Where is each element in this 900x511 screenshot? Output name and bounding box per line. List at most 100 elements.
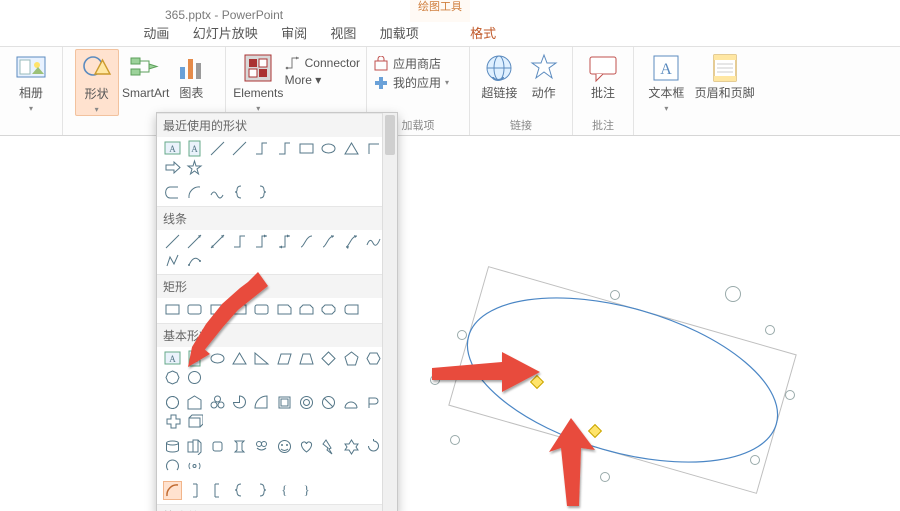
slide-canvas[interactable] [400,150,900,511]
app-name: PowerPoint [222,8,283,22]
gallery-scrollbar[interactable] [382,113,397,511]
album-button[interactable]: 相册 ▾ [9,49,53,114]
svg-text:A: A [169,144,176,154]
headerfooter-icon [708,51,742,85]
album-label: 相册 [9,87,53,100]
action-icon [527,51,561,85]
shape-elbow2-icon [276,140,293,157]
shapes-button[interactable]: 形状 ▾ [75,49,119,116]
chevron-down-icon: ▾ [29,104,33,113]
svg-text:A: A [661,61,673,78]
resize-handle[interactable] [785,390,795,400]
tab-view[interactable]: 视图 [320,22,366,46]
shape-arc-icon [186,184,203,201]
basic-row2[interactable] [157,391,397,435]
annotation-arrow [432,350,542,403]
textbox-button[interactable]: A 文本框 ▾ [643,49,689,114]
shape-round-l-icon [164,184,181,201]
album-icon [14,51,48,85]
elements-button[interactable]: Elements ▾ [232,49,285,114]
smartart-label: SmartArt [122,87,166,100]
connector-button[interactable]: Connector [285,55,360,71]
category-recent: 最近使用的形状 [157,113,397,137]
shape-star-icon [186,159,203,176]
shape-line-icon [209,140,226,157]
group-comment-label: 批注 [573,117,633,133]
shape-lconn-icon [365,140,382,157]
shape-wave-icon [209,184,226,201]
basic-row4[interactable]: { } [157,479,397,504]
chevron-down-icon: ▾ [95,105,99,114]
category-arrows: 箭头总汇 [157,504,397,511]
tab-slideshow[interactable]: 幻灯片放映 [183,22,268,46]
action-label: 动作 [524,87,564,100]
hyperlink-icon [482,51,516,85]
shape-tri-icon [343,140,360,157]
shape-arrowr-icon [164,159,181,176]
comment-button[interactable]: 批注 [581,49,625,100]
hyperlink-button[interactable]: 超链接 [478,49,520,100]
chart-button[interactable]: 图表 [169,49,213,100]
annotation-arrow [188,272,278,375]
recent-shapes-row[interactable]: A A [157,137,397,181]
resize-handle[interactable] [750,455,760,465]
shapes-icon [80,52,114,86]
contextual-group-label: 绘图工具 [418,0,462,13]
shape-rbrace-icon [253,184,270,201]
shape-vtextbox-icon: A [186,140,203,157]
more-button[interactable]: More ▾ [285,73,360,87]
shape-line2-icon [231,140,248,157]
myapps-button[interactable]: 我的应用 ▾ [373,74,463,91]
chevron-down-icon: ▾ [664,104,668,113]
headerfooter-button[interactable]: 页眉和页脚 [693,49,757,100]
smartart-button[interactable]: SmartArt [122,49,166,100]
shape-elbow1-icon [253,140,270,157]
store-icon [373,56,389,72]
tab-review[interactable]: 审阅 [271,22,317,46]
myapps-icon [373,75,389,91]
textbox-label: 文本框 [643,87,689,100]
annotation-arrow [545,418,605,511]
ribbon: 相册 ▾ 形状 ▾ SmartArt 图表 [0,46,900,136]
store-button[interactable]: 应用商店 [373,55,463,72]
category-lines: 线条 [157,206,397,230]
elements-icon [241,51,275,85]
contextual-tab-group: 绘图工具 [410,0,470,22]
shape-rect-icon [298,140,315,157]
tab-animation[interactable]: 动画 [133,22,179,46]
group-links: 超链接 动作 链接 [470,47,573,135]
shape-textbox-icon: A [164,140,181,157]
resize-handle[interactable] [765,325,775,335]
comment-label: 批注 [581,87,625,100]
more-label: More ▾ [285,73,322,87]
connector-icon [285,55,301,71]
chevron-down-icon: ▾ [445,78,449,87]
scrollbar-thumb[interactable] [385,115,395,155]
resize-handle[interactable] [610,290,620,300]
tab-format[interactable]: 格式 [460,22,506,46]
shape-lbrace-icon [231,184,248,201]
rotate-handle[interactable] [725,286,741,302]
filename: 365.pptx [165,8,211,22]
resize-handle[interactable] [450,435,460,445]
group-text: A 文本框 ▾ 页眉和页脚 [634,47,766,135]
group-album: 相册 ▾ [0,47,63,135]
headerfooter-label: 页眉和页脚 [693,87,757,100]
connector-label: Connector [305,56,360,70]
lines-row[interactable] [157,230,397,274]
elements-label: Elements [232,87,285,100]
basic-row3[interactable] [157,435,397,479]
action-button[interactable]: 动作 [524,49,564,100]
ribbon-tabs: 动画 幻灯片放映 审阅 视图 加载项 格式 [0,22,900,46]
resize-handle[interactable] [457,330,467,340]
store-label: 应用商店 [393,55,441,72]
recent-shapes-row2[interactable] [157,181,397,206]
shape-arc-segment-icon [163,481,182,500]
comment-icon [586,51,620,85]
myapps-label: 我的应用 [393,74,441,91]
title-bar: 365.pptx - PowerPoint 绘图工具 [0,0,900,22]
shape-oval-icon [320,140,337,157]
tab-addins[interactable]: 加载项 [370,22,429,46]
group-comment: 批注 批注 [573,47,634,135]
smartart-icon [127,51,161,85]
